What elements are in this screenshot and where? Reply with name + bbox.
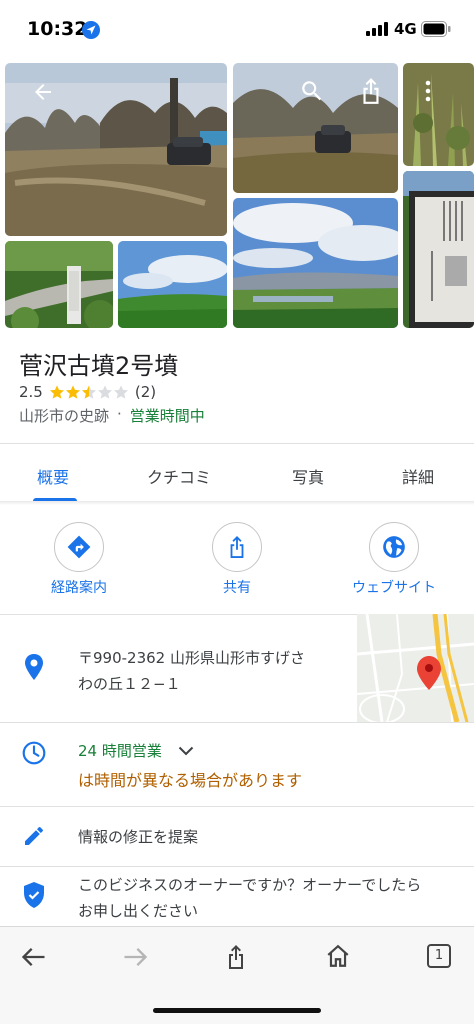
share-button[interactable]: 共有 <box>182 522 292 597</box>
website-circle[interactable] <box>369 522 419 572</box>
back-icon[interactable] <box>20 943 48 971</box>
star-full-icon <box>65 385 80 399</box>
photo-landscape[interactable] <box>233 198 398 328</box>
owner-claim-link[interactable]: このビジネスのオーナーですか？オーナーでしたら お申し出ください <box>78 872 421 924</box>
address-line-1: 〒990-2362 山形県山形市すげさ <box>78 649 305 667</box>
suggest-edit-link[interactable]: 情報の修正を提案 <box>78 824 198 850</box>
directions-circle[interactable] <box>54 522 104 572</box>
open-status: 営業時間中 <box>129 407 205 425</box>
website-button[interactable]: ウェブサイト <box>339 522 449 597</box>
home-icon[interactable] <box>325 943 351 969</box>
star-empty-icon <box>97 385 112 399</box>
rating-value: 2.5 <box>19 383 43 401</box>
rating-row[interactable]: 2.5 (2) <box>19 382 156 402</box>
more-options-icon[interactable] <box>420 78 436 104</box>
address-line-2: わの丘１２−１ <box>78 675 181 693</box>
clock-icon <box>22 741 46 765</box>
share-overlay-icon[interactable] <box>358 77 384 105</box>
tab-count: 1 <box>434 948 444 963</box>
battery-icon <box>421 21 451 37</box>
star-empty-icon <box>113 385 128 399</box>
verified-shield-icon <box>24 882 44 908</box>
directions-button[interactable]: 経路案内 <box>24 522 134 597</box>
back-arrow-icon[interactable] <box>31 80 55 104</box>
photo-gallery[interactable] <box>0 58 474 336</box>
hours-toggle[interactable]: 24 時間営業 <box>78 740 194 761</box>
website-label: ウェブサイト <box>352 580 436 596</box>
category-row: 山形市の史跡 · 営業時間中 <box>19 405 205 426</box>
share-circle[interactable] <box>212 522 262 572</box>
star-half-icon <box>81 385 96 399</box>
directions-label: 経路案内 <box>51 580 107 596</box>
hours-warning: は時間が異なる場合があります <box>78 771 303 790</box>
status-bar: 10:32 4G <box>0 0 474 58</box>
forward-icon[interactable] <box>121 943 149 971</box>
separator: · <box>117 405 122 423</box>
place-title: 菅沢古墳2号墳 <box>19 352 179 380</box>
photo-sign-post[interactable] <box>5 241 113 328</box>
location-arrow-icon <box>82 21 100 39</box>
tab-details[interactable]: 詳細 <box>402 464 434 488</box>
pencil-icon <box>25 827 43 845</box>
share-toolbar-icon[interactable] <box>224 943 248 971</box>
address-text[interactable]: 〒990-2362 山形県山形市すげさ わの丘１２−１ <box>78 645 305 697</box>
mini-map[interactable] <box>357 614 474 722</box>
star-full-icon <box>49 385 64 399</box>
tab-reviews[interactable]: クチコミ <box>147 464 211 488</box>
share-label: 共有 <box>223 580 251 596</box>
search-icon[interactable] <box>299 78 325 104</box>
owner-line-1: このビジネスのオーナーですか？オーナーでしたら <box>78 876 422 894</box>
photo-info-board[interactable] <box>403 171 474 328</box>
directions-icon <box>67 535 91 559</box>
divider <box>0 722 474 723</box>
globe-icon <box>383 536 405 558</box>
signal-icon <box>366 22 388 36</box>
review-count[interactable]: (2) <box>135 383 156 401</box>
status-time: 10:32 <box>27 18 88 40</box>
share-icon <box>230 536 244 558</box>
photo-grass-closeup[interactable] <box>403 63 474 166</box>
tab-photos[interactable]: 写真 <box>292 464 324 488</box>
tabs-shadow <box>0 501 474 505</box>
tab-count-button[interactable]: 1 <box>427 944 451 968</box>
owner-line-2: お申し出ください <box>78 902 199 920</box>
divider <box>0 866 474 867</box>
tab-bar: 概要 クチコミ 写真 詳細 <box>0 444 474 502</box>
hours-main-text: 24 時間営業 <box>78 742 162 760</box>
rating-stars <box>49 384 129 400</box>
network-type: 4G <box>394 20 417 38</box>
divider <box>0 806 474 807</box>
tab-overview[interactable]: 概要 <box>37 464 69 488</box>
home-indicator <box>153 1008 321 1013</box>
place-category: 山形市の史跡 <box>19 407 110 425</box>
photo-sky-green[interactable] <box>118 241 227 328</box>
chevron-down-icon[interactable] <box>178 746 194 756</box>
location-pin-icon <box>25 654 43 680</box>
